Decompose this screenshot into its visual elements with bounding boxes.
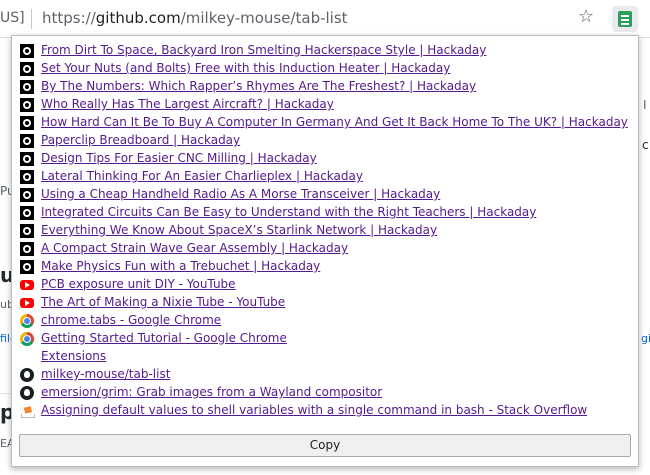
tab-link[interactable]: From Dirt To Space, Backyard Iron Smelti… (41, 43, 486, 57)
hackaday-favicon-icon (20, 116, 34, 130)
background-text-fragment: I (643, 98, 647, 112)
none-favicon-icon (20, 350, 34, 364)
tab-link[interactable]: Extensions (41, 349, 106, 363)
tab-title-fragment[interactable]: US] (0, 10, 25, 26)
stackoverflow-favicon-icon (20, 404, 35, 418)
tab-link[interactable]: chrome.tabs - Google Chrome (41, 313, 221, 327)
tab-link[interactable]: Design Tips For Easier CNC Milling | Hac… (41, 151, 317, 165)
tab-list-extension-button[interactable] (612, 6, 638, 32)
hackaday-favicon-icon (20, 62, 34, 76)
tab-link[interactable]: Lateral Thinking For An Easier Charliepl… (41, 169, 363, 183)
youtube-favicon-icon (20, 298, 34, 308)
hackaday-favicon-icon (20, 134, 34, 148)
tab-link[interactable]: Set Your Nuts (and Bolts) Free with this… (41, 61, 450, 75)
hackaday-favicon-icon (20, 152, 34, 166)
tab-link[interactable]: PCB exposure unit DIY - YouTube (41, 277, 236, 291)
address-bar-divider (31, 9, 32, 29)
copy-button[interactable]: Copy (19, 434, 631, 457)
chrome-favicon-icon (20, 314, 34, 328)
tab-link[interactable]: By The Numbers: Which Rapper’s Rhymes Ar… (41, 79, 476, 93)
url-scheme: https:// (42, 9, 96, 27)
tab-link[interactable]: Make Physics Fun with a Trebuchet | Hack… (41, 259, 320, 273)
hackaday-favicon-icon (20, 260, 34, 274)
url-path: /milkey-mouse/tab-list (180, 9, 348, 27)
tab-list-extension-icon (618, 11, 632, 27)
hackaday-favicon-icon (20, 224, 34, 238)
tab-link[interactable]: Assigning default values to shell variab… (41, 403, 587, 417)
tab-link[interactable]: Everything We Know About SpaceX’s Starli… (41, 223, 437, 237)
tab-link[interactable]: Paperclip Breadboard | Hackaday (41, 133, 240, 147)
github-favicon-icon (20, 386, 34, 400)
hackaday-favicon-icon (20, 44, 34, 58)
hackaday-favicon-icon (20, 242, 34, 256)
tab-link[interactable]: Who Really Has The Largest Aircraft? | H… (41, 97, 334, 111)
bookmark-star-icon[interactable]: ☆ (578, 6, 594, 27)
github-favicon-icon (20, 368, 34, 382)
tab-link[interactable]: A Compact Strain Wave Gear Assembly | Ha… (41, 241, 348, 255)
tab-link[interactable]: Integrated Circuits Can Be Easy to Under… (41, 205, 536, 219)
background-text-fragment: c (642, 138, 649, 152)
background-link-fragment: gi (641, 332, 650, 345)
hackaday-favicon-icon (20, 188, 34, 202)
tab-link[interactable]: emersion/grim: Grab images from a Waylan… (41, 385, 382, 399)
tab-link[interactable]: Using a Cheap Handheld Radio As A Morse … (41, 187, 440, 201)
tab-link[interactable]: The Art of Making a Nixie Tube - YouTube (41, 295, 285, 309)
address-bar-url[interactable]: https://github.com/milkey-mouse/tab-list (42, 9, 348, 27)
chrome-favicon-icon (20, 332, 34, 346)
url-host: github.com (95, 9, 181, 27)
tab-list-popup: From Dirt To Space, Backyard Iron Smelti… (11, 35, 639, 467)
tab-link[interactable]: milkey-mouse/tab-list (41, 367, 170, 381)
hackaday-favicon-icon (20, 170, 34, 184)
browser-toolbar: US] https://github.com/milkey-mouse/tab-… (0, 0, 650, 38)
tab-link[interactable]: Getting Started Tutorial - Google Chrome (41, 331, 287, 345)
hackaday-favicon-icon (20, 98, 34, 112)
hackaday-favicon-icon (20, 206, 34, 220)
youtube-favicon-icon (20, 280, 34, 290)
hackaday-favicon-icon (20, 80, 34, 94)
tab-link[interactable]: How Hard Can It Be To Buy A Computer In … (41, 115, 628, 129)
